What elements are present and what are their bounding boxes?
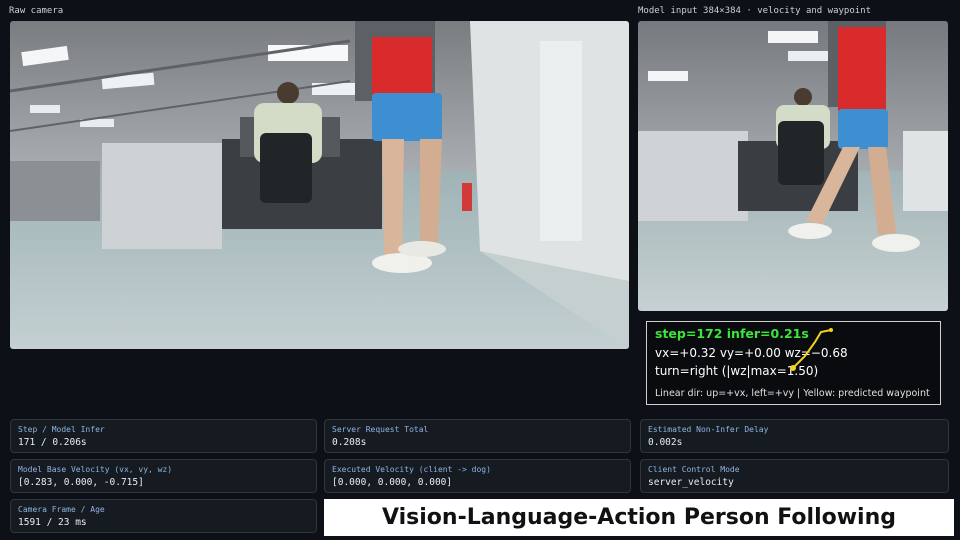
card-value: 171 / 0.206s: [18, 437, 87, 448]
card-value: [0.000, 0.000, 0.000]: [332, 477, 453, 488]
title-banner: Vision-Language-Action Person Following: [324, 499, 954, 536]
banner-title: Vision-Language-Action Person Following: [381, 505, 896, 530]
model-input-feed: [638, 21, 948, 311]
velocity-overlay: step=172 infer=0.21s vx=+0.32 vy=+0.00 w…: [646, 321, 941, 405]
card-value: [0.283, 0.000, -0.715]: [18, 477, 144, 488]
camera-frame-card: Camera Frame / Age 1591 / 23 ms: [10, 499, 317, 533]
card-title: Executed Velocity (client -> dog): [332, 465, 491, 474]
base-velocity-card: Model Base Velocity (vx, vy, wz) [0.283,…: [10, 459, 317, 493]
server-request-card: Server Request Total 0.208s: [324, 419, 631, 453]
control-mode-card: Client Control Mode server_velocity: [640, 459, 949, 493]
card-title: Estimated Non-Infer Delay: [648, 425, 769, 434]
non-infer-delay-card: Estimated Non-Infer Delay 0.002s: [640, 419, 949, 453]
card-title: Server Request Total: [332, 425, 429, 434]
card-title: Camera Frame / Age: [18, 505, 105, 514]
step-infer-card: Step / Model Infer 171 / 0.206s: [10, 419, 317, 453]
card-title: Step / Model Infer: [18, 425, 105, 434]
card-value: 1591 / 23 ms: [18, 517, 87, 528]
executed-velocity-card: Executed Velocity (client -> dog) [0.000…: [324, 459, 631, 493]
card-value: 0.208s: [332, 437, 367, 448]
waypoint-trajectory-icon: [790, 328, 833, 371]
card-title: Model Base Velocity (vx, vy, wz): [18, 465, 173, 474]
raw-camera-feed: [10, 21, 629, 349]
model-input-label: Model input 384×384 · velocity and waypo…: [638, 6, 871, 16]
card-value: server_velocity: [648, 477, 734, 488]
card-value: 0.002s: [648, 437, 683, 448]
raw-camera-label: Raw camera: [9, 6, 64, 16]
card-title: Client Control Mode: [648, 465, 740, 474]
